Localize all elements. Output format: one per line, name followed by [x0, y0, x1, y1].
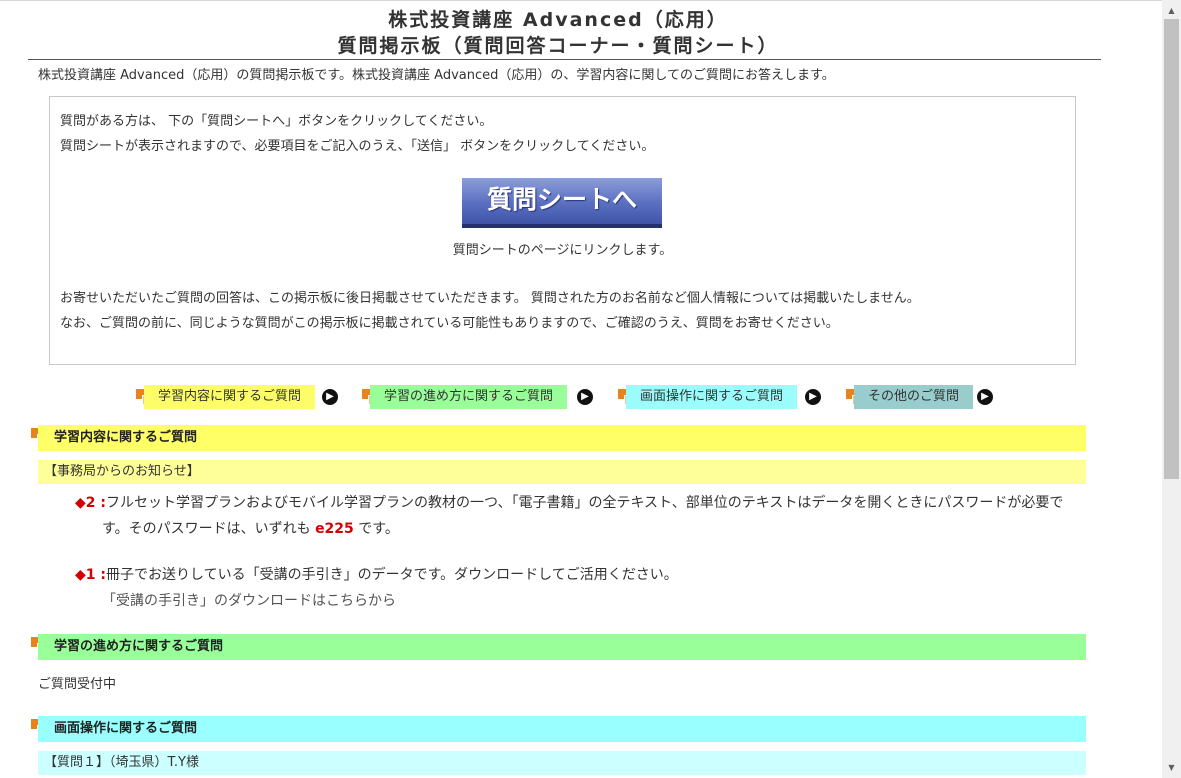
arrow-right-icon: ▶	[805, 389, 821, 405]
password-value: e225	[315, 521, 354, 537]
info-line-2: 質問シートが表示されますので、必要項目をご記入のうえ、「送信」 ボタンをクリック…	[60, 139, 655, 154]
page-subtitle: 質問掲示板（質問回答コーナー・質問シート）	[337, 35, 779, 57]
notice-text-end: です。	[358, 521, 399, 537]
vertical-scrollbar[interactable]: ▲ ▼	[1162, 0, 1181, 778]
section-screen-operation-header: 画面操作に関するご質問	[38, 716, 1086, 742]
intro-text: 株式投資講座 Advanced（応用）の質問掲示板です。株式投資講座 Advan…	[38, 68, 835, 83]
arrow-right-icon: ▶	[322, 389, 338, 405]
section-learning-progress-header: 学習の進め方に関するご質問	[38, 634, 1086, 660]
nav-other-label: その他のご質問	[854, 385, 974, 409]
nav-other[interactable]: その他のご質問 ▶	[846, 385, 996, 409]
notice-text-cont: す。そのパスワードは、いずれも	[102, 521, 311, 537]
nav-screen-operation[interactable]: 画面操作に関するご質問 ▶	[618, 385, 824, 409]
question-sheet-caption: 質問シートのページにリンクします。	[452, 243, 673, 258]
nav-learning-content[interactable]: 学習内容に関するご質問 ▶	[136, 385, 340, 409]
diamond-icon: ◆	[75, 495, 86, 511]
notice-number: 1 :	[85, 567, 106, 583]
notice-item-2: ◆2 :フルセット学習プランおよびモバイル学習プランの教材の一つ、「電子書籍」の…	[75, 490, 1063, 542]
question-sheet-button[interactable]: 質問シートへ	[462, 178, 662, 228]
scrollbar-thumb[interactable]	[1164, 19, 1179, 479]
office-notice-header: 【事務局からのお知らせ】	[38, 460, 1086, 484]
diamond-icon: ◆	[75, 567, 86, 583]
question-1-header: 【質問１】（埼玉県）T.Y様	[38, 751, 1086, 775]
nav-learning-progress[interactable]: 学習の進め方に関するご質問 ▶	[362, 385, 596, 409]
title-divider	[28, 59, 1101, 60]
info-line-3: お寄せいただいたご質問の回答は、この掲示板に後日掲載させていただきます。 質問さ…	[60, 291, 920, 306]
scroll-up-icon[interactable]: ▲	[1162, 2, 1181, 19]
arrow-right-icon: ▶	[977, 389, 993, 405]
progress-status-text: ご質問受付中	[38, 677, 117, 692]
notice-number: 2 :	[85, 495, 106, 511]
page-title: 株式投資講座 Advanced（応用）	[388, 9, 728, 31]
nav-learning-progress-label: 学習の進め方に関するご質問	[370, 385, 568, 409]
info-line-4: なお、ご質問の前に、同じような質問がこの掲示板に掲載されている可能性もありますの…	[60, 316, 839, 331]
nav-screen-operation-label: 画面操作に関するご質問	[626, 385, 798, 409]
scroll-down-icon[interactable]: ▼	[1162, 759, 1181, 776]
top-border	[0, 0, 1162, 1]
notice-text: 冊子でお送りしている「受講の手引き」のデータです。ダウンロードしてご活用ください…	[106, 567, 678, 583]
page: 株式投資講座 Advanced（応用） 質問掲示板（質問回答コーナー・質問シート…	[0, 0, 1162, 778]
notice-text: フルセット学習プランおよびモバイル学習プランの教材の一つ、「電子書籍」の全テキス…	[106, 495, 1064, 511]
section-learning-content-header: 学習内容に関するご質問	[38, 425, 1086, 451]
info-line-1: 質問がある方は、 下の「質問シートへ」ボタンをクリックしてください。	[60, 114, 493, 129]
guide-download-link[interactable]: 「受講の手引き」のダウンロードはこちらから	[75, 593, 396, 609]
notice-item-1: ◆1 :冊子でお送りしている「受講の手引き」のデータです。ダウンロードしてご活用…	[75, 562, 678, 614]
info-box: 質問がある方は、 下の「質問シートへ」ボタンをクリックしてください。 質問シート…	[49, 96, 1076, 365]
nav-learning-content-label: 学習内容に関するご質問	[144, 385, 316, 409]
arrow-right-icon: ▶	[577, 389, 593, 405]
